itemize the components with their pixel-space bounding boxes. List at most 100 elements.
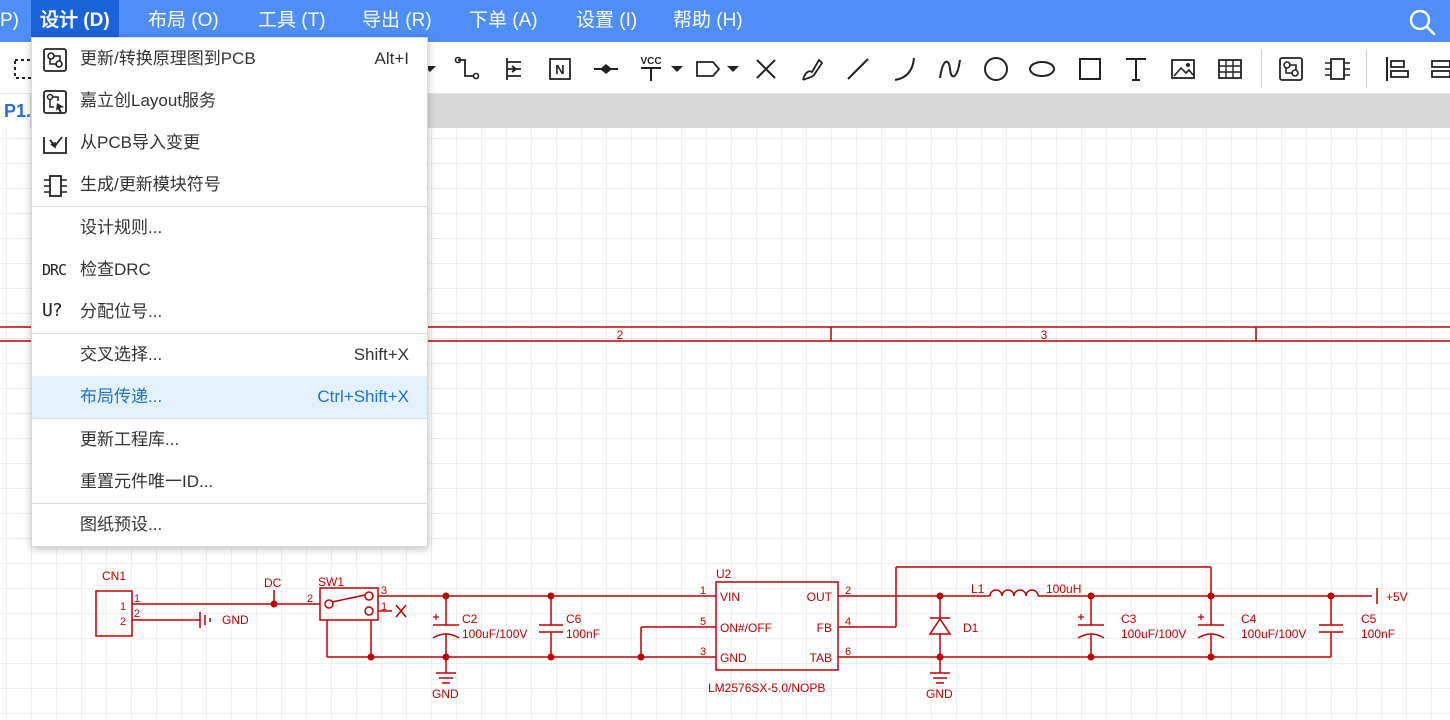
c5-value: 100nF xyxy=(1361,627,1395,641)
image-icon[interactable] xyxy=(1168,54,1198,84)
pin-number: 5 xyxy=(700,616,706,628)
power-net-label: +5V xyxy=(1386,590,1408,604)
update-pcb-icon xyxy=(43,48,67,72)
rectangle-icon[interactable] xyxy=(1075,54,1105,84)
frame-zone-label: 2 xyxy=(617,328,624,342)
pin-number: 2 xyxy=(120,616,126,628)
net-port-icon[interactable] xyxy=(693,54,741,84)
align-top-icon[interactable] xyxy=(1428,54,1450,84)
pin-number: 1 xyxy=(381,601,387,613)
ellipse-icon[interactable] xyxy=(1027,54,1057,84)
pin-number: 3 xyxy=(381,585,387,597)
gnd-label: GND xyxy=(926,687,953,701)
menu-settings[interactable]: 设置 (I) xyxy=(576,0,637,42)
c3-designator: C3 xyxy=(1121,612,1137,626)
menu-item-cross-select[interactable]: 交叉选择... Shift+X xyxy=(32,334,427,376)
sw1-designator: SW1 xyxy=(318,575,344,589)
menu-item-layout-transfer[interactable]: 布局传递... Ctrl+Shift+X xyxy=(32,376,427,418)
menu-order[interactable]: 下单 (A) xyxy=(469,0,538,42)
menu-item-label: 更新/转换原理图到PCB xyxy=(80,49,256,68)
frame-zone-label: 3 xyxy=(1041,328,1048,342)
menu-item-label: 布局传递... xyxy=(80,387,163,406)
u2-pin-name: OUT xyxy=(807,590,833,604)
search-icon[interactable] xyxy=(1408,8,1436,36)
menu-item-module-symbol[interactable]: 生成/更新模块符号 xyxy=(32,164,427,206)
module-symbol-icon[interactable] xyxy=(1322,54,1352,84)
cn1-designator: CN1 xyxy=(102,569,126,583)
l1-designator: L1 xyxy=(971,582,985,596)
c6-designator: C6 xyxy=(566,612,582,626)
align-left-icon[interactable] xyxy=(1382,54,1412,84)
menu-bar: P) 设计 (D) 布局 (O) 工具 (T) 导出 (R) 下单 (A) 设置… xyxy=(0,0,1450,42)
net-flag-icon[interactable] xyxy=(452,54,482,84)
u2-designator: U2 xyxy=(716,567,732,581)
c4-designator: C4 xyxy=(1241,612,1257,626)
menu-item-label: 更新工程库... xyxy=(80,430,180,449)
menu-item-layout-service[interactable]: 嘉立创Layout服务 xyxy=(32,80,427,122)
menu-item-reset-unique-id[interactable]: 重置元件唯一ID... xyxy=(32,461,427,503)
svg-text:N: N xyxy=(555,62,564,77)
cn1-body xyxy=(95,590,133,637)
update-pcb-icon[interactable] xyxy=(1276,54,1306,84)
text-icon[interactable] xyxy=(1121,54,1151,84)
net-label-icon[interactable]: N xyxy=(545,54,575,84)
toolbar-separator xyxy=(1261,50,1262,88)
menu-item-label: 检查DRC xyxy=(80,260,151,279)
u2-pin-name: GND xyxy=(720,651,747,665)
pin-number: 2 xyxy=(134,608,140,620)
menu-item-update-pcb[interactable]: 更新/转换原理图到PCB Alt+I xyxy=(32,38,427,80)
bus-entry-icon[interactable] xyxy=(499,54,529,84)
menu-item-sheet-presets[interactable]: 图纸预设... xyxy=(32,504,427,546)
pen-icon[interactable] xyxy=(797,54,827,84)
menu-export[interactable]: 导出 (R) xyxy=(362,0,432,42)
pin-number: 2 xyxy=(845,585,851,597)
line-icon[interactable] xyxy=(843,54,873,84)
menu-design[interactable]: 设计 (D) xyxy=(31,0,119,42)
pin-number: 1 xyxy=(700,585,706,597)
c2-value: 100uF/100V xyxy=(462,627,527,641)
menu-item-update-library[interactable]: 更新工程库... xyxy=(32,419,427,461)
menu-item-shortcut: Shift+X xyxy=(353,345,409,364)
no-connect-icon[interactable] xyxy=(751,54,781,84)
c3-value: 100uF/100V xyxy=(1121,627,1186,641)
menu-item-label: 嘉立创Layout服务 xyxy=(80,91,217,110)
pin-number: 1 xyxy=(134,593,140,605)
menu-item-shortcut: Alt+I xyxy=(374,49,410,68)
svg-text:VCC: VCC xyxy=(640,56,661,67)
c4-value: 100uF/100V xyxy=(1241,627,1306,641)
u2-part-number: LM2576SX-5.0/NOPB xyxy=(708,681,825,695)
menu-item-annotate[interactable]: U? 分配位号... xyxy=(32,291,427,333)
menu-tools[interactable]: 工具 (T) xyxy=(258,0,326,42)
table-icon[interactable] xyxy=(1215,54,1245,84)
bezier-icon[interactable] xyxy=(935,54,965,84)
pin-number: 2 xyxy=(307,593,313,605)
menu-item-import-changes[interactable]: 从PCB导入变更 xyxy=(32,122,427,164)
pin-number: 4 xyxy=(845,616,851,628)
circle-icon[interactable] xyxy=(981,54,1011,84)
polarity-marks xyxy=(433,614,1204,620)
d1-designator: D1 xyxy=(963,621,979,635)
c6-value: 100nF xyxy=(566,627,600,641)
menu-project[interactable]: P) xyxy=(0,0,19,42)
import-changes-icon xyxy=(43,136,67,154)
menu-layout[interactable]: 布局 (O) xyxy=(148,0,219,42)
dc-net-label: DC xyxy=(264,576,282,590)
pin-number: 3 xyxy=(700,646,706,658)
u2-pin-name: ON#/OFF xyxy=(720,621,772,635)
c5-designator: C5 xyxy=(1361,612,1377,626)
module-symbol-icon xyxy=(44,175,67,197)
design-menu-dropdown: 更新/转换原理图到PCB Alt+I 嘉立创Layout服务 从PCB导入变更 … xyxy=(31,37,428,547)
menu-item-check-drc[interactable]: DRC 检查DRC xyxy=(32,249,427,291)
toolbar-separator xyxy=(1366,50,1367,88)
c2-designator: C2 xyxy=(462,612,478,626)
tab-schematic-page[interactable]: P1.S xyxy=(0,94,30,128)
vcc-icon[interactable]: VCC xyxy=(637,54,685,84)
layout-service-icon xyxy=(43,90,67,114)
menu-item-design-rules[interactable]: 设计规则... xyxy=(32,207,427,249)
menu-item-label: 交叉选择... xyxy=(80,345,163,364)
menu-item-label: 重置元件唯一ID... xyxy=(80,472,214,491)
l1-value: 100uH xyxy=(1046,582,1081,596)
arc-icon[interactable] xyxy=(889,54,919,84)
menu-help[interactable]: 帮助 (H) xyxy=(673,0,743,42)
junction-icon[interactable] xyxy=(591,54,621,84)
